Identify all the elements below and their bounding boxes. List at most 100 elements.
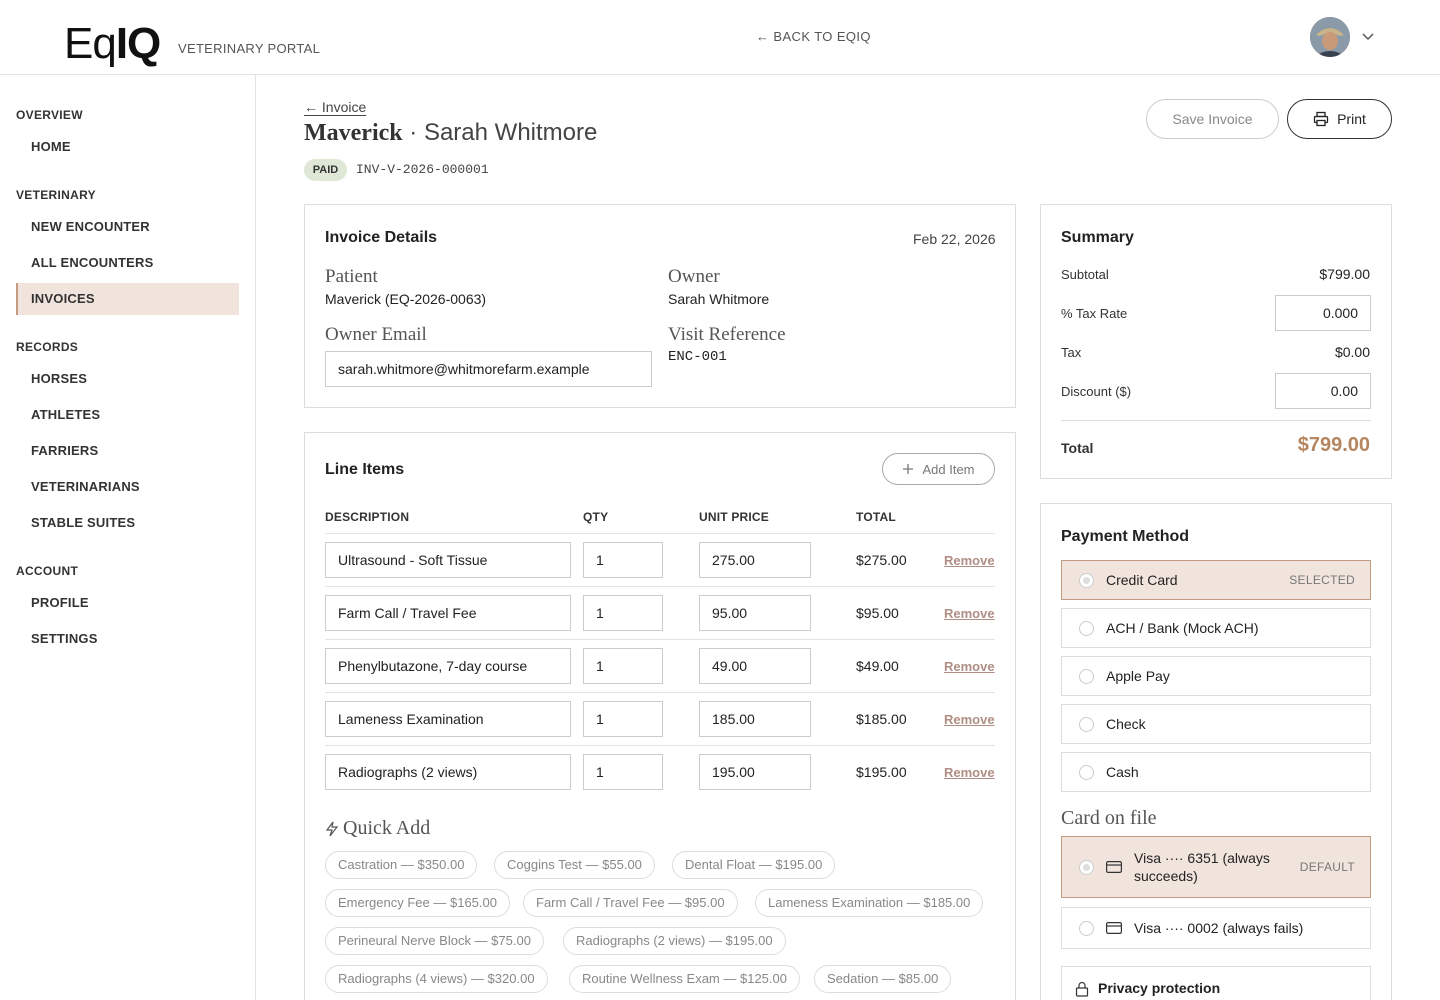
quick-add-chip[interactable]: Radiographs (4 views) — $320.00	[325, 965, 548, 993]
line-item-unit-price-input[interactable]: 195.00	[699, 754, 811, 790]
line-item-description-input[interactable]: Ultrasound - Soft Tissue	[325, 542, 571, 578]
privacy-title: Privacy protection	[1098, 980, 1221, 996]
discount-label: Discount ($)	[1061, 384, 1132, 399]
logo-iq: IQ	[115, 19, 161, 68]
add-item-button[interactable]: Add Item	[882, 453, 995, 485]
line-item-unit-price-input[interactable]: 185.00	[699, 701, 811, 737]
radio	[1079, 669, 1094, 684]
quick-add-chip[interactable]: Dental Float — $195.00	[672, 851, 836, 879]
line-item-total: $95.00	[856, 605, 899, 621]
sidebar-item-athletes[interactable]: ATHLETES	[16, 399, 239, 431]
add-item-label: Add Item	[922, 461, 975, 477]
sidebar-item-veterinarians[interactable]: VETERINARIANS	[16, 471, 239, 503]
line-item-description-input[interactable]: Phenylbutazone, 7-day course	[325, 648, 571, 684]
tax-rate-input[interactable]: 0.000	[1275, 295, 1371, 331]
sidebar-item-all-encounters[interactable]: ALL ENCOUNTERS	[16, 247, 239, 279]
tax-rate-label: % Tax Rate	[1061, 306, 1128, 321]
quick-add-chip[interactable]: Coggins Test — $55.00	[494, 851, 655, 879]
radio-selected	[1079, 860, 1094, 875]
save-invoice-button[interactable]: Save Invoice	[1146, 99, 1279, 139]
quick-add-chip[interactable]: Radiographs (2 views) — $195.00	[563, 927, 786, 955]
quick-add-chip[interactable]: Farm Call / Travel Fee — $95.00	[523, 889, 738, 917]
radio-selected	[1079, 573, 1094, 588]
patient-value: Maverick (EQ-2026-0063)	[325, 291, 487, 307]
payment-option-cash[interactable]: Cash	[1061, 752, 1371, 792]
sidebar-item-stable-suites[interactable]: STABLE SUITES	[16, 507, 239, 539]
remove-line-item-button[interactable]: Remove	[944, 765, 995, 780]
lock-icon	[1075, 981, 1089, 997]
visit-reference-value: ENC-001	[668, 349, 727, 365]
line-item-qty-input[interactable]: 1	[583, 595, 663, 631]
tax-value: $0.00	[1334, 344, 1370, 360]
remove-line-item-button[interactable]: Remove	[944, 712, 995, 727]
radio	[1079, 717, 1094, 732]
print-button[interactable]: Print	[1287, 99, 1392, 139]
line-item-description-input[interactable]: Radiographs (2 views)	[325, 754, 571, 790]
visit-reference-label: Visit Reference	[668, 324, 786, 345]
sidebar-item-settings[interactable]: SETTINGS	[16, 623, 239, 655]
saved-card-option[interactable]: Visa ···· 6351 (always succeeds) DEFAULT	[1061, 836, 1371, 898]
sidebar-item-profile[interactable]: PROFILE	[16, 587, 239, 619]
eqiq-logo[interactable]: Eq IQ	[64, 14, 161, 68]
sidebar-item-farriers[interactable]: FARRIERS	[16, 435, 239, 467]
saved-card-label: Visa ···· 0002 (always fails)	[1134, 920, 1304, 936]
line-item-qty-input[interactable]: 1	[583, 648, 663, 684]
back-to-eqiq-link[interactable]: ← BACK TO EQIQ	[756, 29, 871, 44]
total-label: Total	[1061, 440, 1094, 456]
sidebar-section-overview: OVERVIEW	[16, 108, 83, 122]
sidebar-item-invoices[interactable]: INVOICES	[16, 283, 239, 315]
saved-card-label: Visa ···· 6351 (always succeeds)	[1134, 850, 1270, 884]
subtotal-label: Subtotal	[1061, 267, 1109, 282]
payment-option-label: Cash	[1106, 764, 1139, 780]
patient-label: Patient	[325, 266, 378, 287]
quick-add-chip[interactable]: Emergency Fee — $165.00	[325, 889, 510, 917]
payment-option-check[interactable]: Check	[1061, 704, 1371, 744]
sidebar-item-horses[interactable]: HORSES	[16, 363, 239, 395]
top-bar: Eq IQ VETERINARY PORTAL ← BACK TO EQIQ	[0, 0, 1440, 75]
sidebar: OVERVIEW HOME VETERINARY NEW ENCOUNTER A…	[0, 75, 256, 1000]
subtotal-value: $799.00	[1319, 266, 1370, 282]
payment-option-apple-pay[interactable]: Apple Pay	[1061, 656, 1371, 696]
quick-add-chip[interactable]: Castration — $350.00	[325, 851, 478, 879]
payment-option-credit-card[interactable]: Credit Card SELECTED	[1061, 560, 1371, 600]
owner-name: Sarah Whitmore	[423, 119, 598, 146]
sidebar-item-new-encounter[interactable]: NEW ENCOUNTER	[16, 211, 239, 243]
line-item-unit-price-input[interactable]: 275.00	[699, 542, 811, 578]
line-item-qty-input[interactable]: 1	[583, 542, 663, 578]
line-item-unit-price-input[interactable]: 95.00	[699, 595, 811, 631]
line-item-qty-input[interactable]: 1	[583, 701, 663, 737]
table-divider	[325, 586, 995, 587]
line-item-unit-price-input[interactable]: 49.00	[699, 648, 811, 684]
payment-option-label: ACH / Bank (Mock ACH)	[1106, 620, 1259, 636]
default-tag: DEFAULT	[1299, 860, 1355, 874]
line-item-qty-input[interactable]: 1	[583, 754, 663, 790]
status-badge: PAID	[304, 159, 347, 181]
quick-add-chip[interactable]: Sedation — $85.00	[814, 965, 952, 993]
owner-email-label: Owner Email	[325, 324, 427, 345]
saved-card-option[interactable]: Visa ···· 0002 (always fails)	[1061, 907, 1371, 949]
card-on-file-title: Card on file	[1061, 807, 1157, 829]
portal-label: VETERINARY PORTAL	[178, 41, 321, 56]
quick-add-chip[interactable]: Lameness Examination — $185.00	[755, 889, 984, 917]
line-item-description-input[interactable]: Lameness Examination	[325, 701, 571, 737]
table-divider	[325, 639, 995, 640]
discount-input[interactable]: 0.00	[1275, 373, 1371, 409]
owner-email-input[interactable]: sarah.whitmore@whitmorefarm.example	[325, 351, 652, 387]
payment-option-ach[interactable]: ACH / Bank (Mock ACH)	[1061, 608, 1371, 648]
selected-tag: SELECTED	[1289, 573, 1355, 587]
page-title: Maverick · Sarah Whitmore	[304, 119, 597, 147]
sidebar-item-home[interactable]: HOME	[16, 131, 239, 163]
remove-line-item-button[interactable]: Remove	[944, 553, 995, 568]
credit-card-icon	[1106, 861, 1122, 873]
back-to-invoice-link[interactable]: ← Invoice	[304, 99, 366, 115]
quick-add-chip[interactable]: Perineural Nerve Block — $75.00	[325, 927, 544, 955]
remove-line-item-button[interactable]: Remove	[944, 606, 995, 621]
chevron-down-icon[interactable]	[1360, 28, 1376, 44]
remove-line-item-button[interactable]: Remove	[944, 659, 995, 674]
line-item-description-input[interactable]: Farm Call / Travel Fee	[325, 595, 571, 631]
sidebar-section-veterinary: VETERINARY	[16, 188, 96, 202]
user-avatar[interactable]	[1310, 17, 1350, 57]
table-divider	[325, 745, 995, 746]
table-divider	[325, 692, 995, 693]
quick-add-chip[interactable]: Routine Wellness Exam — $125.00	[569, 965, 800, 993]
